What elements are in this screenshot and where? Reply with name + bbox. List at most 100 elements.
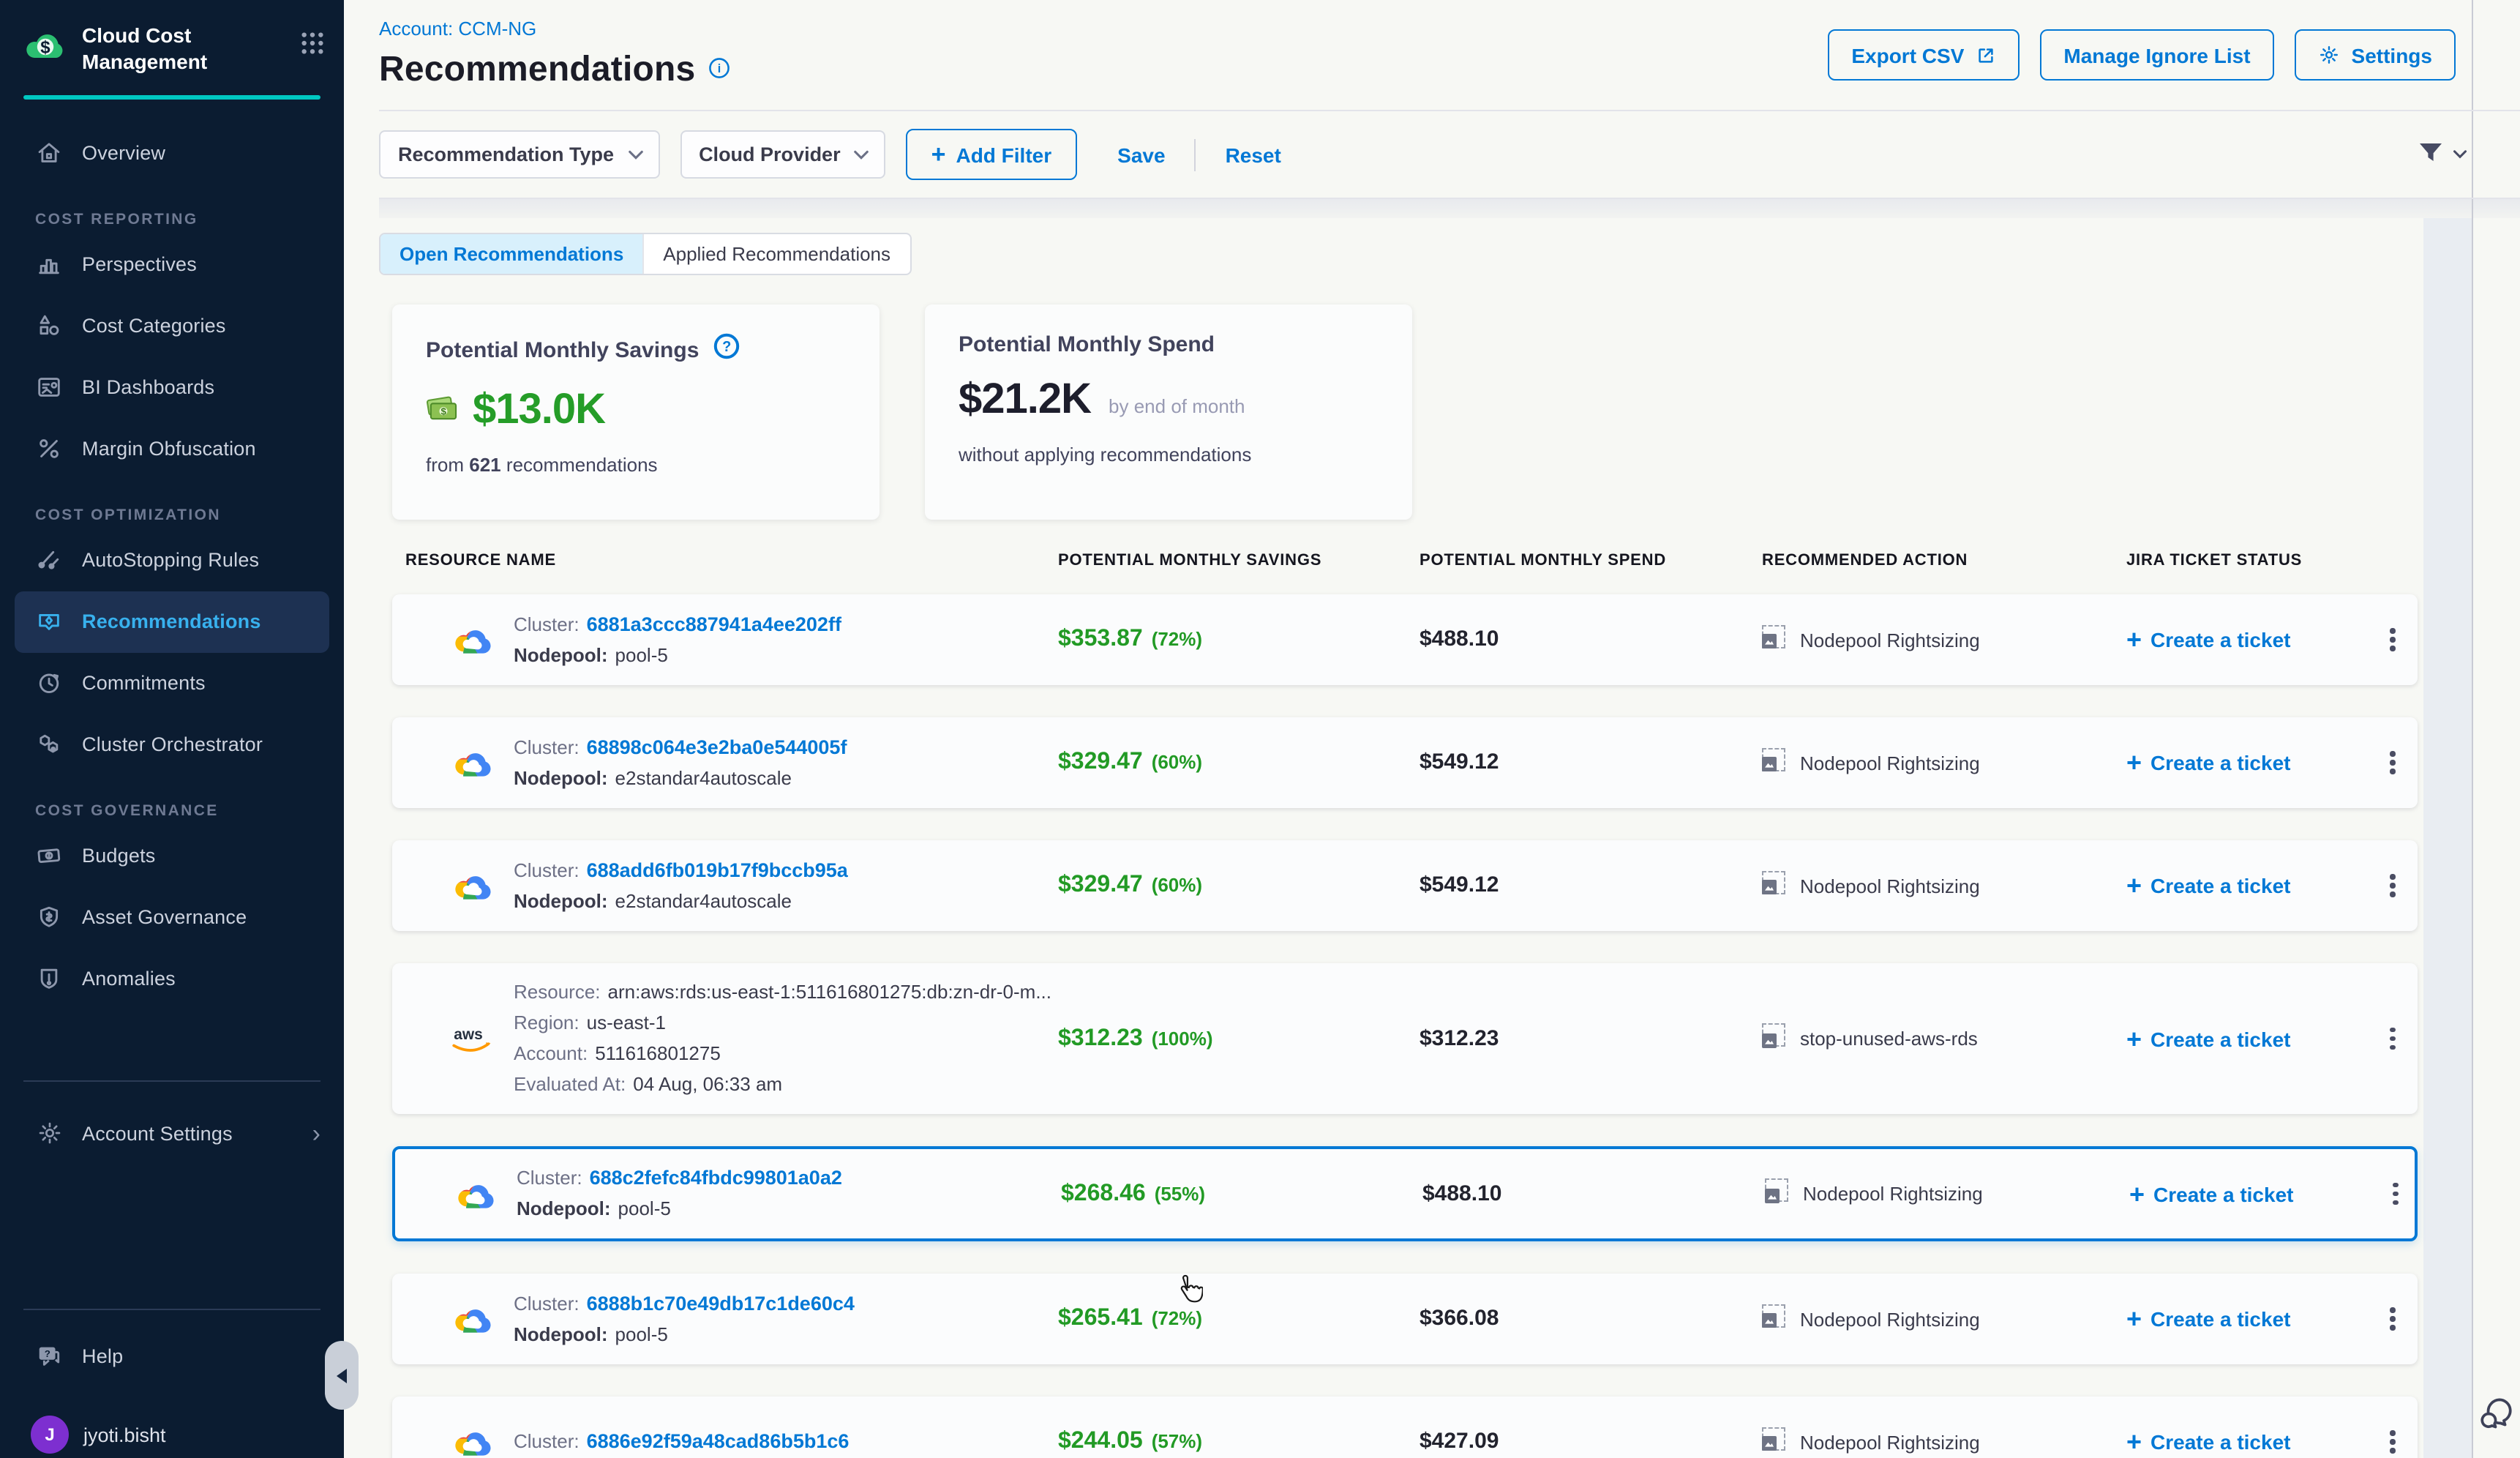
vertical-scrollbar[interactable] [2423,201,2472,1458]
create-ticket-label: Create a ticket [2150,628,2290,651]
sidebar-item-cost-categories[interactable]: Cost Categories [0,296,344,357]
support-chat-icon[interactable] [2476,1394,2517,1442]
settings-button[interactable]: Settings [2295,29,2456,81]
rightsizing-icon [1765,1178,1788,1209]
recommendation-type-dropdown[interactable]: Recommendation Type [379,130,659,179]
gcp-icon [449,1423,495,1458]
savings-percent: (72%) [1152,1307,1202,1329]
export-csv-button[interactable]: Export CSV [1828,29,2020,81]
tab-applied-recommendations[interactable]: Applied Recommendations [642,234,910,274]
resource-link[interactable]: 688add6fb019b17f9bccb95a [587,859,848,881]
row-menu-kebab-icon[interactable] [2381,620,2404,660]
row-menu-kebab-icon[interactable] [2381,1299,2404,1339]
sidebar-item-bi-dashboards[interactable]: BI Dashboards [0,357,344,419]
row-menu-kebab-icon[interactable] [2381,1422,2404,1458]
table-row[interactable]: Cluster:688c2fefc84fbdc99801a0a2Nodepool… [392,1146,2418,1241]
save-filter-button[interactable]: Save [1109,141,1174,168]
sidebar-item-recommendations[interactable]: Recommendations [15,591,329,653]
sidebar-item-asset-governance[interactable]: Asset Governance [0,887,344,949]
question-icon[interactable]: ? [712,332,740,367]
reset-filter-button[interactable]: Reset [1217,141,1290,168]
gear-icon [2318,44,2340,66]
table-row[interactable]: Cluster:6881a3ccc887941a4ee202ffNodepool… [392,594,2418,685]
sidebar-item-account-settings[interactable]: Account Settings › [0,1102,344,1164]
rightsizing-icon [1762,1427,1785,1457]
sidebar-item-label: Perspectives [82,254,197,276]
spend-cell: $549.12 [1420,872,1762,899]
sidebar-item-label: Cluster Orchestrator [82,734,263,756]
resource-details: Cluster:6888b1c70e49db17c1de60c4Nodepool… [514,1287,855,1350]
app-grid-icon[interactable] [300,31,325,63]
add-filter-label: Add Filter [956,143,1051,166]
content-right-border [2472,0,2473,1458]
spend-value: $312.23 [1420,1025,1499,1050]
create-ticket-button[interactable]: +Create a ticket [2126,872,2381,899]
table-row[interactable]: Cluster:68898c064e3e2ba0e544005fNodepool… [392,717,2418,808]
spend-value: $549.12 [1420,872,1499,897]
sidebar-divider [23,1080,320,1082]
create-ticket-button[interactable]: +Create a ticket [2126,1429,2381,1455]
recommended-action-cell: Nodepool Rightsizing [1762,870,2126,901]
sidebar-item-margin-obfuscation[interactable]: Margin Obfuscation [0,419,344,480]
resource-line: Account:511616801275 [514,1039,1051,1069]
create-ticket-button[interactable]: +Create a ticket [2126,627,2381,653]
create-ticket-button[interactable]: +Create a ticket [2126,749,2381,776]
sidebar-collapse-handle[interactable] [325,1341,359,1410]
create-ticket-button[interactable]: +Create a ticket [2126,1306,2381,1332]
table-row[interactable]: Cluster:688add6fb019b17f9bccb95aNodepool… [392,840,2418,931]
resource-value: pool-5 [618,1197,671,1219]
row-menu-kebab-icon[interactable] [2381,1019,2404,1059]
tab-open-recommendations[interactable]: Open Recommendations [380,234,642,274]
resource-link[interactable]: 6881a3ccc887941a4ee202ff [587,613,841,635]
row-menu-kebab-icon[interactable] [2384,1174,2407,1214]
cloud-provider-dropdown[interactable]: Cloud Provider [680,130,886,179]
table-body: Cluster: 6881a3ccc887941a4ee202ff Nodepool… [392,594,2418,1458]
column-header-potential-monthly-savings: POTENTIAL MONTHLY SAVINGS [1058,552,1420,569]
autostopping-icon [35,547,63,575]
table-row[interactable]: awsResource:arn:aws:rds:us-east-1:511616… [392,963,2418,1114]
action-label: Nodepool Rightsizing [1800,752,1980,774]
manage-ignore-list-button[interactable]: Manage Ignore List [2040,29,2273,81]
recommendation-type-label: Recommendation Type [398,143,614,165]
create-ticket-button[interactable]: +Create a ticket [2126,1025,2381,1052]
savings-cell: $353.87(72%) [1058,627,1420,653]
resource-field-label: Cluster: [514,1292,580,1314]
row-menu-kebab-icon[interactable] [2381,866,2404,906]
row-menu-kebab-icon[interactable] [2381,743,2404,783]
account-breadcrumb[interactable]: Account: CCM-NG [379,18,732,40]
table-row[interactable]: Cluster:6888b1c70e49db17c1de60c4Nodepool… [392,1274,2418,1364]
svg-text:?: ? [45,1347,50,1358]
sidebar-item-commitments[interactable]: Commitments [0,653,344,714]
cluster-orchestrator-icon [35,731,63,759]
plus-icon: + [2126,749,2142,776]
rightsizing-icon [1762,1023,1785,1054]
sidebar-item-budgets[interactable]: Budgets [0,826,344,887]
sidebar-item-help[interactable]: ? Help [0,1325,344,1386]
sidebar-item-anomalies[interactable]: Anomalies [0,949,344,1010]
table-row[interactable]: Cluster:6886e92f59a48cad86b5b1c6$244.05(… [392,1397,2418,1458]
sidebar-item-overview[interactable]: Overview [0,123,344,184]
sidebar-item-perspectives[interactable]: Perspectives [0,234,344,296]
resource-line: Nodepool:e2standar4autoscale [514,763,847,793]
column-header-resource-name: RESOURCE NAME [449,552,1058,569]
collapse-arrow-icon [337,1368,347,1383]
sidebar-user[interactable]: J jyoti.bisht [0,1402,344,1458]
sidebar-item-autostopping-rules[interactable]: AutoStopping Rules [0,530,344,591]
resource-link[interactable]: 688c2fefc84fbdc99801a0a2 [590,1167,842,1189]
resource-link[interactable]: 68898c064e3e2ba0e544005f [587,736,847,758]
info-icon[interactable]: i [707,56,732,88]
sidebar-item-cluster-orchestrator[interactable]: Cluster Orchestrator [0,714,344,776]
spend-cell: $312.23 [1420,1025,1762,1052]
resource-link[interactable]: 6888b1c70e49db17c1de60c4 [587,1292,855,1314]
svg-text:$: $ [40,37,50,57]
filter-panel-toggle[interactable] [2416,141,2467,168]
resource-link[interactable]: 6886e92f59a48cad86b5b1c6 [587,1430,850,1452]
aws-icon: aws [449,1023,495,1055]
add-filter-button[interactable]: + Add Filter [907,129,1077,180]
settings-label: Settings [2352,43,2432,67]
savings-value: $353.87 [1058,627,1143,651]
savings-value: $329.47 [1058,749,1143,774]
header-actions: Export CSV Manage Ignore List Settings [1828,29,2456,81]
create-ticket-button[interactable]: +Create a ticket [2129,1181,2384,1207]
sidebar-item-label: Overview [82,143,165,165]
